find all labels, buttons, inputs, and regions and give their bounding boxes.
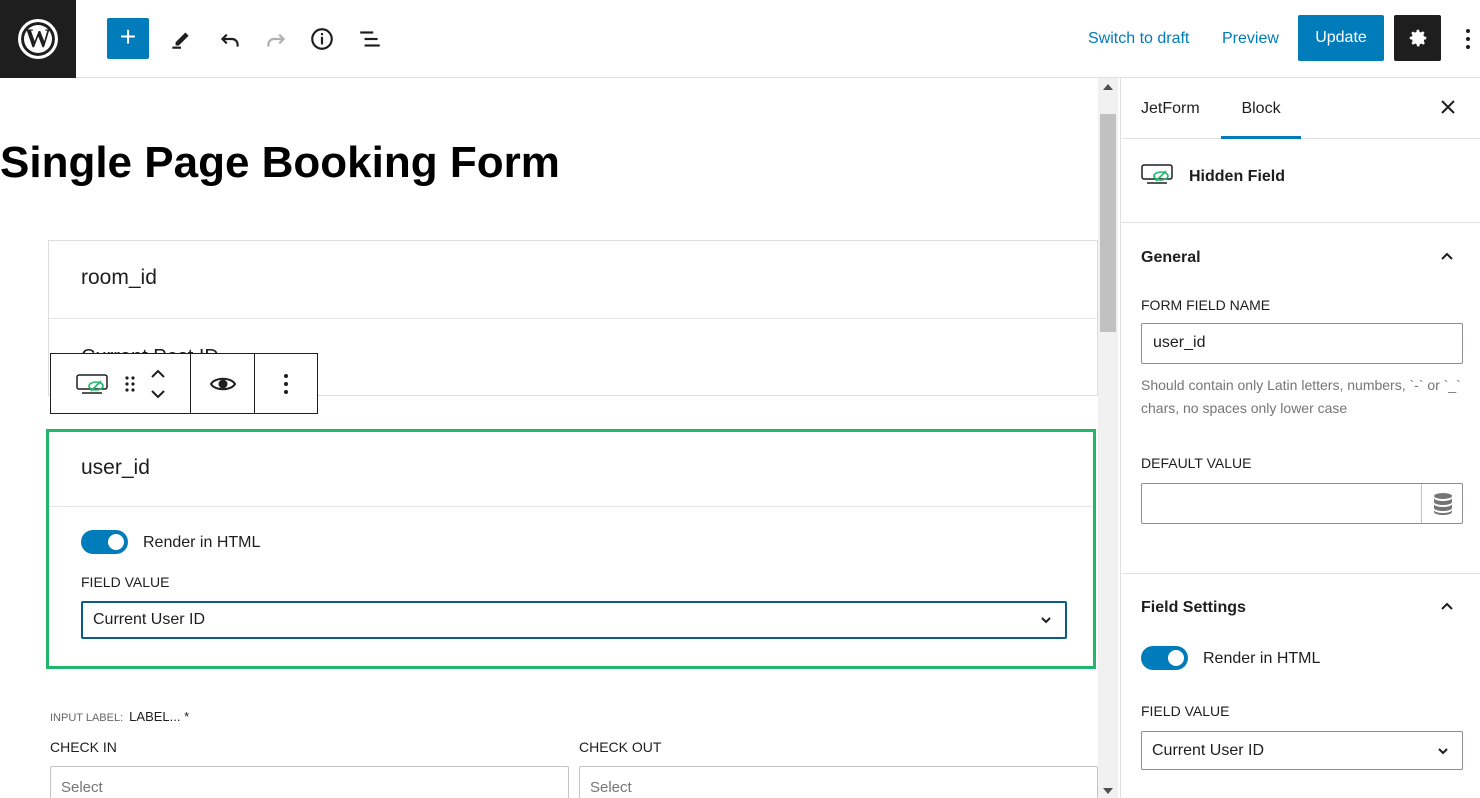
tab-jetform[interactable]: JetForm: [1141, 78, 1200, 139]
editor-scrollbar[interactable]: [1098, 78, 1118, 798]
check-out-select[interactable]: Select: [579, 766, 1098, 798]
move-up-down-icon[interactable]: [150, 368, 166, 400]
wordpress-logo-icon: W: [18, 19, 58, 59]
block-toolbar: [50, 353, 318, 414]
database-icon: [1433, 492, 1452, 515]
settings-button[interactable]: [1394, 15, 1441, 61]
block-divider: [49, 506, 1093, 507]
hidden-field-block-icon: [1141, 164, 1173, 184]
pencil-tools-icon[interactable]: [167, 24, 195, 54]
drag-handle-icon[interactable]: [124, 374, 136, 394]
input-label-row: INPUT LABEL: LABEL... *: [50, 709, 189, 724]
field-value-label: FIELD VALUE: [81, 574, 170, 590]
default-value-input[interactable]: [1141, 483, 1463, 524]
form-field-name-help: Should contain only Latin letters, numbe…: [1141, 377, 1461, 416]
render-in-html-toggle[interactable]: [81, 530, 128, 554]
editor-top-bar: W + Switch to draft Preview Update: [0, 0, 1480, 78]
check-in-select[interactable]: Select: [50, 766, 569, 798]
user-id-field-name: user_id: [81, 456, 150, 479]
sidebar-tabs: JetForm Block: [1121, 78, 1480, 139]
add-block-button[interactable]: +: [107, 18, 149, 59]
field-value-selected: Current User ID: [93, 611, 206, 628]
render-in-html-label: Render in HTML: [143, 534, 261, 551]
vertical-ellipsis-icon: [284, 373, 288, 394]
visibility-toggle-button[interactable]: [191, 354, 255, 413]
list-view-icon[interactable]: [356, 24, 384, 54]
block-card-title: Hidden Field: [1189, 168, 1285, 185]
switch-to-draft-link[interactable]: Switch to draft: [1088, 30, 1189, 48]
check-out-label: CHECK OUT: [579, 739, 662, 755]
user-id-hidden-field-block[interactable]: user_id Render in HTML FIELD VALUE Curre…: [46, 429, 1096, 669]
input-label-key: INPUT LABEL:: [50, 712, 124, 724]
sidebar-field-value-selected: Current User ID: [1152, 741, 1265, 759]
preview-link[interactable]: Preview: [1222, 30, 1279, 48]
close-icon: [1441, 100, 1455, 114]
vertical-ellipsis-icon: [1466, 29, 1470, 49]
sidebar-render-in-html-label: Render in HTML: [1203, 650, 1321, 667]
redo-icon[interactable]: [262, 24, 290, 54]
scroll-down-arrow-icon[interactable]: [1103, 788, 1113, 794]
sidebar-render-in-html-toggle[interactable]: [1141, 646, 1188, 670]
update-button[interactable]: Update: [1298, 15, 1384, 61]
default-value-label: DEFAULT VALUE: [1141, 455, 1252, 471]
block-divider: [49, 318, 1097, 319]
field-settings-panel-toggle[interactable]: Field Settings: [1141, 599, 1246, 617]
general-panel-toggle[interactable]: General: [1141, 249, 1201, 267]
input-label-value[interactable]: LABEL... *: [129, 709, 189, 724]
options-menu-button[interactable]: [1458, 24, 1478, 54]
close-sidebar-button[interactable]: [1437, 96, 1459, 118]
dynamic-data-button[interactable]: [1421, 484, 1463, 523]
tab-block[interactable]: Block: [1221, 78, 1301, 139]
sidebar-field-value-select[interactable]: Current User ID: [1141, 731, 1463, 770]
eye-icon: [209, 377, 236, 390]
info-icon[interactable]: [308, 24, 336, 54]
undo-icon[interactable]: [216, 24, 244, 54]
chevron-up-icon[interactable]: [1439, 248, 1455, 264]
hidden-field-block-icon[interactable]: [75, 372, 110, 396]
chevron-down-icon: [1438, 747, 1448, 754]
form-field-name-label: FORM FIELD NAME: [1141, 297, 1271, 313]
field-value-select[interactable]: Current User ID: [81, 601, 1067, 639]
block-options-button[interactable]: [255, 354, 317, 413]
settings-sidebar: JetForm Block Hidden Field General FORM …: [1120, 78, 1480, 798]
check-in-label: CHECK IN: [50, 739, 117, 755]
form-field-name-input[interactable]: user_id: [1141, 323, 1463, 364]
gear-icon: [1409, 29, 1426, 47]
page-title[interactable]: Single Page Booking Form: [0, 138, 560, 188]
wordpress-logo-button[interactable]: W: [0, 0, 76, 78]
chevron-down-icon: [1041, 617, 1051, 624]
panel-divider: [1121, 573, 1480, 574]
scrollbar-thumb[interactable]: [1100, 114, 1116, 332]
editor-canvas: Single Page Booking Form room_id Current…: [0, 78, 1098, 798]
chevron-up-icon[interactable]: [1439, 598, 1455, 614]
room-id-field-name: room_id: [81, 266, 157, 289]
scroll-up-arrow-icon[interactable]: [1103, 84, 1113, 90]
block-toolbar-group: [51, 354, 191, 413]
block-card: Hidden Field: [1121, 139, 1480, 223]
sidebar-field-value-label: FIELD VALUE: [1141, 703, 1230, 719]
